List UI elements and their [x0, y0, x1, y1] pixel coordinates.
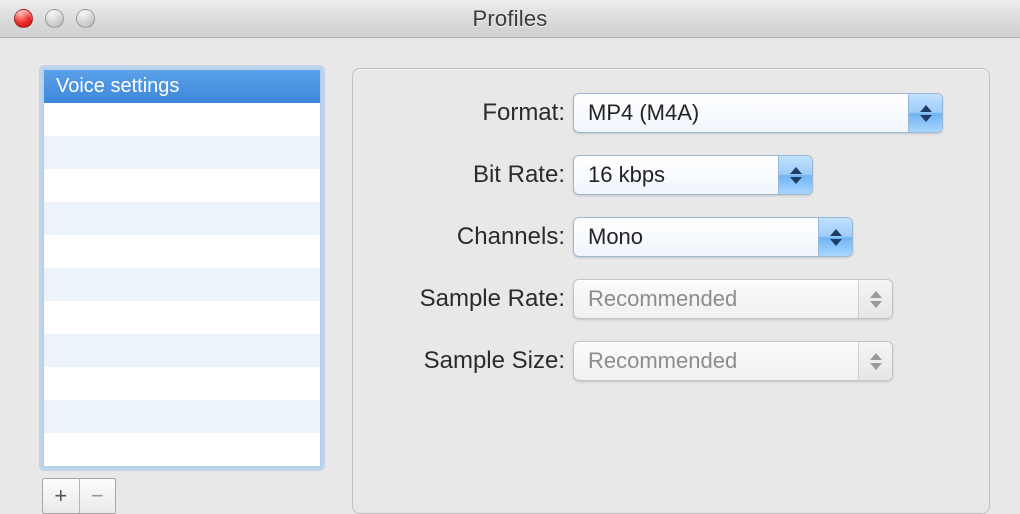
close-button[interactable]	[14, 9, 33, 28]
channels-select[interactable]: Mono	[573, 217, 853, 257]
chevron-updown-icon	[908, 94, 942, 132]
channels-value: Mono	[574, 224, 818, 250]
minimize-button[interactable]	[45, 9, 64, 28]
profile-settings-group: Format: MP4 (M4A) Bit Rate: 16 kbps Chan…	[352, 68, 990, 514]
profile-item-voice-settings[interactable]: Voice settings	[44, 70, 320, 103]
profiles-sidebar: Voice settings + −	[42, 68, 322, 514]
list-row[interactable]	[44, 136, 320, 169]
samplerate-select: Recommended	[573, 279, 893, 319]
row-format: Format: MP4 (M4A)	[363, 93, 959, 133]
samplerate-value: Recommended	[574, 286, 858, 312]
format-select[interactable]: MP4 (M4A)	[573, 93, 943, 133]
content-area: Voice settings + − Format: MP4 (M4A)	[0, 38, 1020, 514]
samplesize-select: Recommended	[573, 341, 893, 381]
list-row[interactable]	[44, 235, 320, 268]
row-bitrate: Bit Rate: 16 kbps	[363, 155, 959, 195]
list-row[interactable]	[44, 202, 320, 235]
add-remove-group: + −	[42, 478, 116, 514]
list-row[interactable]	[44, 301, 320, 334]
profiles-list[interactable]: Voice settings	[42, 68, 322, 468]
traffic-lights	[14, 9, 95, 28]
list-row[interactable]	[44, 169, 320, 202]
add-profile-button[interactable]: +	[43, 479, 80, 513]
list-row[interactable]	[44, 433, 320, 466]
row-channels: Channels: Mono	[363, 217, 959, 257]
window-titlebar: Profiles	[0, 0, 1020, 38]
bitrate-select[interactable]: 16 kbps	[573, 155, 813, 195]
row-samplesize: Sample Size: Recommended	[363, 341, 959, 381]
list-row[interactable]	[44, 334, 320, 367]
label-samplesize: Sample Size:	[363, 347, 573, 375]
zoom-button[interactable]	[76, 9, 95, 28]
label-channels: Channels:	[363, 223, 573, 251]
label-samplerate: Sample Rate:	[363, 285, 573, 313]
row-samplerate: Sample Rate: Recommended	[363, 279, 959, 319]
label-format: Format:	[363, 99, 573, 127]
label-bitrate: Bit Rate:	[363, 161, 573, 189]
list-row[interactable]	[44, 400, 320, 433]
chevron-updown-icon	[858, 280, 892, 318]
list-row[interactable]	[44, 367, 320, 400]
chevron-updown-icon	[818, 218, 852, 256]
chevron-updown-icon	[858, 342, 892, 380]
bitrate-value: 16 kbps	[574, 162, 778, 188]
list-row[interactable]	[44, 103, 320, 136]
remove-profile-button[interactable]: −	[80, 479, 116, 513]
chevron-updown-icon	[778, 156, 812, 194]
format-value: MP4 (M4A)	[574, 100, 908, 126]
list-row[interactable]	[44, 268, 320, 301]
window-title: Profiles	[473, 6, 548, 32]
samplesize-value: Recommended	[574, 348, 858, 374]
